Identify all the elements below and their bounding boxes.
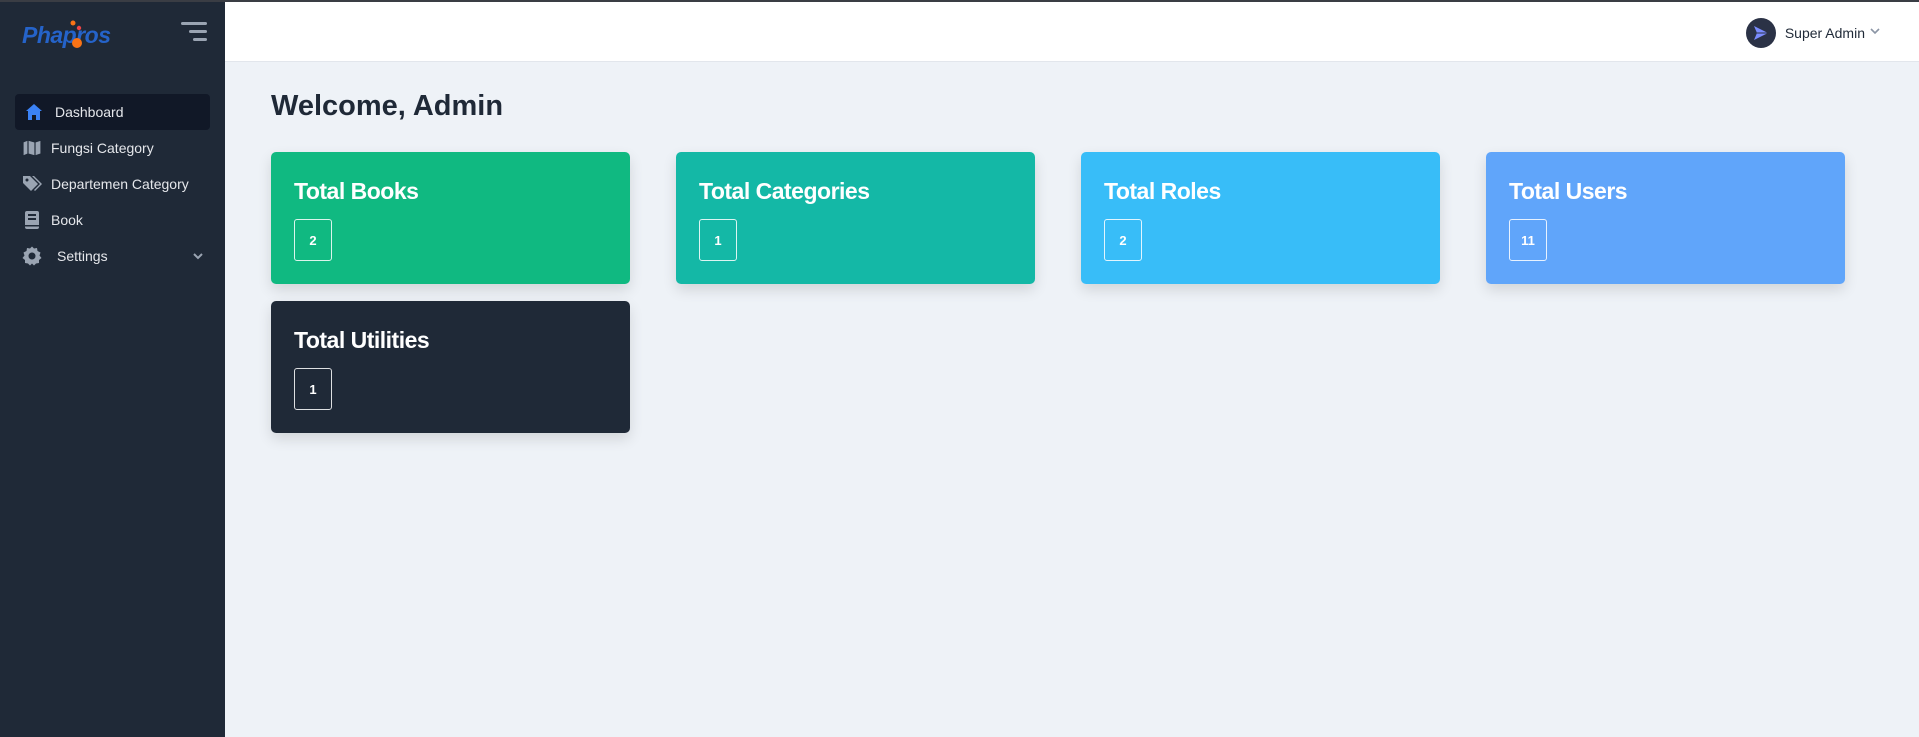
card-title: Total Categories [699, 178, 870, 204]
chevron-down-icon [192, 249, 204, 265]
sidebar-item-settings[interactable]: Settings [15, 238, 210, 274]
book-icon [21, 209, 43, 231]
card-count-badge: 2 [1104, 219, 1142, 261]
user-name: Super Admin [1784, 25, 1865, 41]
sidebar-item-book[interactable]: Book [15, 202, 210, 238]
stat-card-total-utilities: Total Utilities 1 [271, 301, 630, 433]
stat-card-total-roles: Total Roles 2 [1081, 152, 1440, 284]
sidebar-item-label: Book [51, 212, 83, 228]
card-title: Total Roles [1104, 178, 1221, 204]
sidebar-item-label: Departemen Category [51, 176, 189, 192]
stat-card-total-books: Total Books 2 [271, 152, 630, 284]
card-count-badge: 11 [1509, 219, 1547, 261]
card-title: Total Utilities [294, 327, 430, 353]
logo[interactable]: Phapros [22, 16, 122, 56]
top-header: Super Admin [225, 2, 1919, 62]
sidebar-item-label: Settings [57, 248, 108, 264]
sidebar-item-label: Fungsi Category [51, 140, 154, 156]
page-title: Welcome, Admin [271, 90, 504, 122]
menu-toggle-button[interactable] [181, 20, 207, 42]
sidebar-item-dashboard[interactable]: Dashboard [15, 94, 210, 130]
logo-dots-icon [70, 20, 82, 48]
tags-icon [21, 173, 43, 195]
paper-plane-icon [1753, 26, 1768, 40]
gear-icon [21, 245, 43, 267]
card-count-badge: 1 [699, 219, 737, 261]
sidebar: Phapros Dashboard Fungsi Category Depart… [0, 2, 225, 737]
card-count-badge: 2 [294, 219, 332, 261]
sidebar-item-label: Dashboard [55, 104, 124, 120]
stat-card-total-users: Total Users 11 [1486, 152, 1845, 284]
user-menu[interactable]: Super Admin [1745, 17, 1881, 49]
sidebar-nav: Dashboard Fungsi Category Departemen Cat… [15, 94, 210, 274]
avatar [1745, 18, 1776, 48]
card-count-badge: 1 [294, 368, 332, 410]
map-icon [21, 137, 43, 159]
sidebar-item-fungsi-category[interactable]: Fungsi Category [15, 130, 210, 166]
card-title: Total Books [294, 178, 419, 204]
home-icon [23, 101, 45, 123]
stat-card-total-categories: Total Categories 1 [676, 152, 1035, 284]
chevron-down-icon [1869, 24, 1881, 42]
card-title: Total Users [1509, 178, 1628, 204]
sidebar-item-departemen-category[interactable]: Departemen Category [15, 166, 210, 202]
